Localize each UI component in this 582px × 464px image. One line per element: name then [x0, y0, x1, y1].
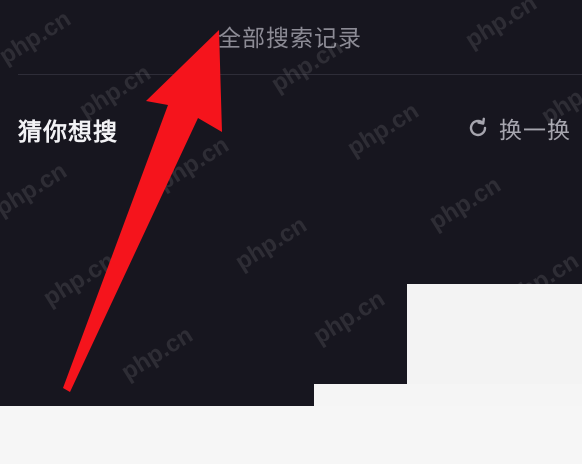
refresh-button[interactable]: 换一换: [466, 112, 571, 144]
divider: [18, 74, 582, 75]
watermark: php.cn: [460, 0, 542, 54]
watermark: php.cn: [116, 321, 198, 386]
watermark: php.cn: [0, 157, 72, 222]
watermark: php.cn: [38, 247, 120, 312]
watermark: php.cn: [424, 171, 506, 236]
watermark: php.cn: [152, 131, 234, 196]
refresh-label: 换一换: [499, 118, 571, 144]
all-search-history-link[interactable]: 全部搜索记录: [218, 19, 362, 53]
watermark: php.cn: [230, 211, 312, 276]
watermark: php.cn: [0, 5, 76, 70]
suggestions-title: 猜你想搜: [18, 118, 118, 146]
watermark: php.cn: [342, 97, 424, 162]
search-page: 全部搜索记录 猜你想搜 换一换 php.cn php.cn php.cn php…: [0, 0, 582, 464]
refresh-icon: [469, 117, 487, 137]
watermark: php.cn: [308, 285, 390, 350]
blank-area: [0, 406, 582, 464]
